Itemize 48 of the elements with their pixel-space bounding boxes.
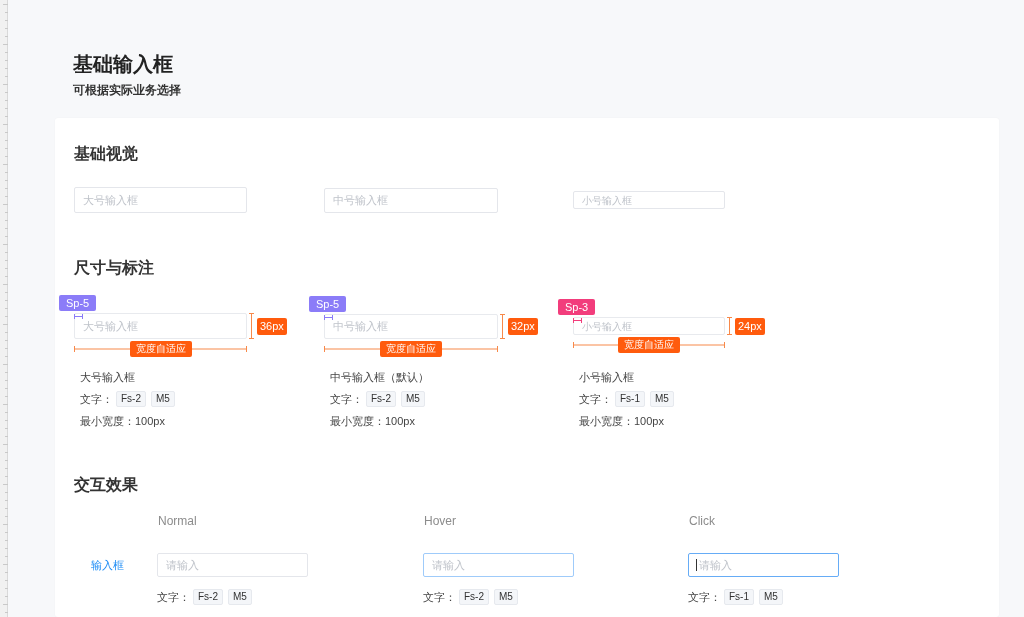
token-tag: Fs-1	[724, 589, 754, 605]
padding-bracket-icon	[74, 314, 83, 319]
token-tag: Fs-1	[615, 391, 645, 407]
height-dimension-line	[727, 317, 732, 335]
width-label: 宽度自适应	[129, 341, 192, 357]
token-tag: M5	[650, 391, 674, 407]
height-label: 24px	[735, 317, 765, 335]
section-title: 基础视觉	[74, 144, 138, 164]
min-width-text: 最小宽度：100px	[80, 414, 165, 429]
text-style-label: 文字：	[80, 392, 113, 407]
text-style-label: 文字：	[423, 590, 456, 605]
spacing-badge: Sp-5	[59, 295, 97, 311]
page-title: 基础输入框	[73, 52, 173, 77]
token-tag: Fs-2	[193, 589, 223, 605]
token-tag: M5	[494, 589, 518, 605]
section-title: 尺寸与标注	[74, 258, 154, 278]
text-style-label: 文字：	[330, 392, 363, 407]
min-width-text: 最小宽度：100px	[330, 414, 415, 429]
token-tag: Fs-2	[459, 589, 489, 605]
component-label: 输入框	[91, 558, 124, 573]
state-column-header: Click	[689, 513, 715, 529]
state-column-header: Hover	[424, 513, 456, 529]
width-label: 宽度自适应	[380, 340, 442, 357]
width-label: 宽度自适应	[618, 337, 680, 353]
size-name: 大号输入框	[80, 370, 135, 385]
height-dimension-line	[249, 313, 254, 339]
padding-bracket-icon	[573, 318, 582, 323]
text-style-label: 文字：	[579, 392, 612, 407]
page-subtitle: 可根据实际业务选择	[73, 82, 181, 98]
height-label: 32px	[508, 317, 538, 335]
min-width-text: 最小宽度：100px	[579, 414, 664, 429]
padding-bracket-icon	[324, 314, 333, 320]
token-tag: M5	[401, 391, 425, 407]
section-title: 交互效果	[74, 475, 138, 495]
spacing-badge: Sp-5	[309, 295, 347, 312]
size-name: 小号输入框	[579, 370, 634, 385]
text-style-label: 文字：	[157, 590, 190, 605]
token-tag: Fs-2	[116, 391, 146, 407]
height-dimension-line	[500, 313, 505, 339]
token-tag: M5	[151, 391, 175, 407]
text-style-label: 文字：	[688, 590, 721, 605]
spacing-badge: Sp-3	[558, 299, 596, 315]
token-tag: M5	[759, 589, 783, 605]
size-name: 中号输入框（默认）	[330, 370, 429, 385]
token-tag: M5	[228, 589, 252, 605]
token-tag: Fs-2	[366, 391, 396, 407]
height-label: 36px	[257, 317, 287, 335]
state-column-header: Normal	[158, 513, 197, 529]
